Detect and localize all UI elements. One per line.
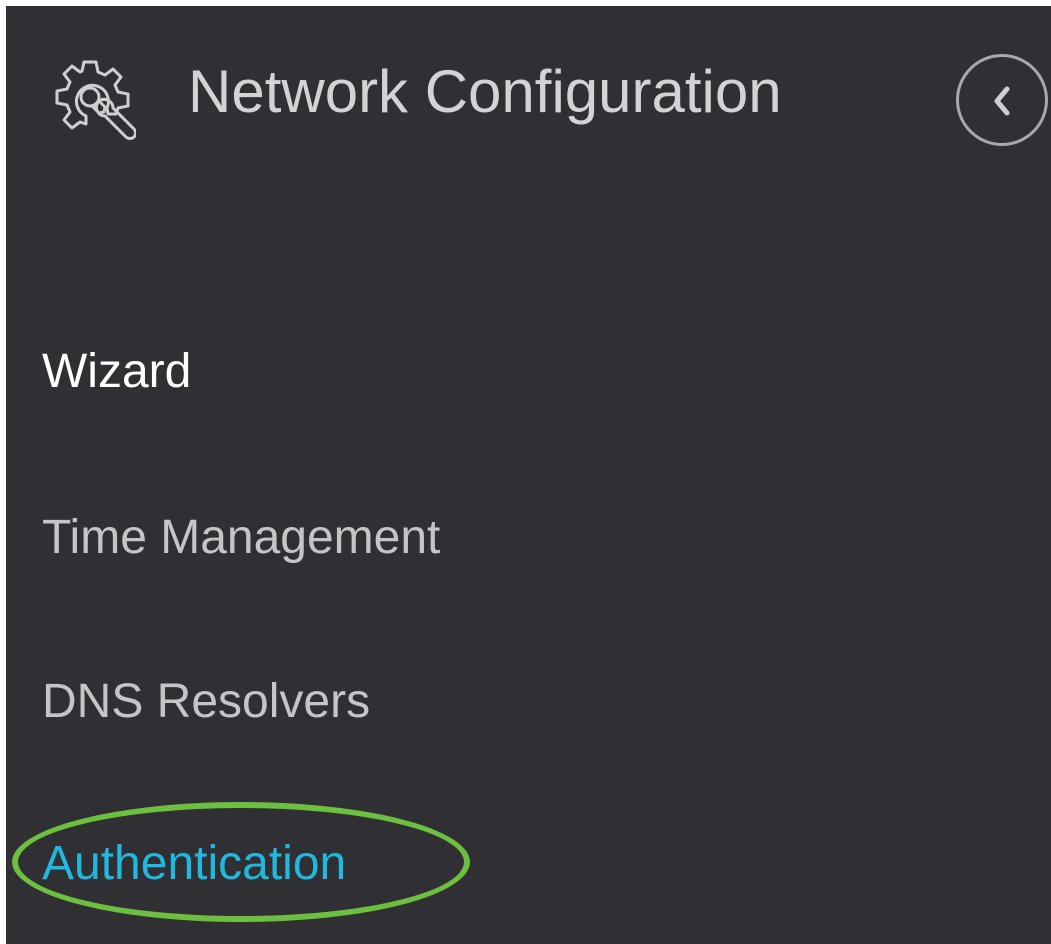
sidebar-item-dns-resolvers[interactable]: DNS Resolvers <box>42 674 370 730</box>
sidebar-title: Network Configuration <box>188 58 782 125</box>
gear-wrench-icon <box>50 56 137 142</box>
chevron-left-icon <box>994 86 1010 116</box>
sidebar-item-wizard[interactable]: Wizard <box>42 344 191 400</box>
network-configuration-sidebar: Network Configuration Wizard Time Manage… <box>6 6 1051 944</box>
sidebar-header: Network Configuration <box>6 6 1051 176</box>
sidebar-item-time-management[interactable]: Time Management <box>42 510 440 566</box>
sidebar-item-authentication[interactable]: Authentication <box>42 836 346 892</box>
collapse-sidebar-button[interactable] <box>956 54 1048 146</box>
